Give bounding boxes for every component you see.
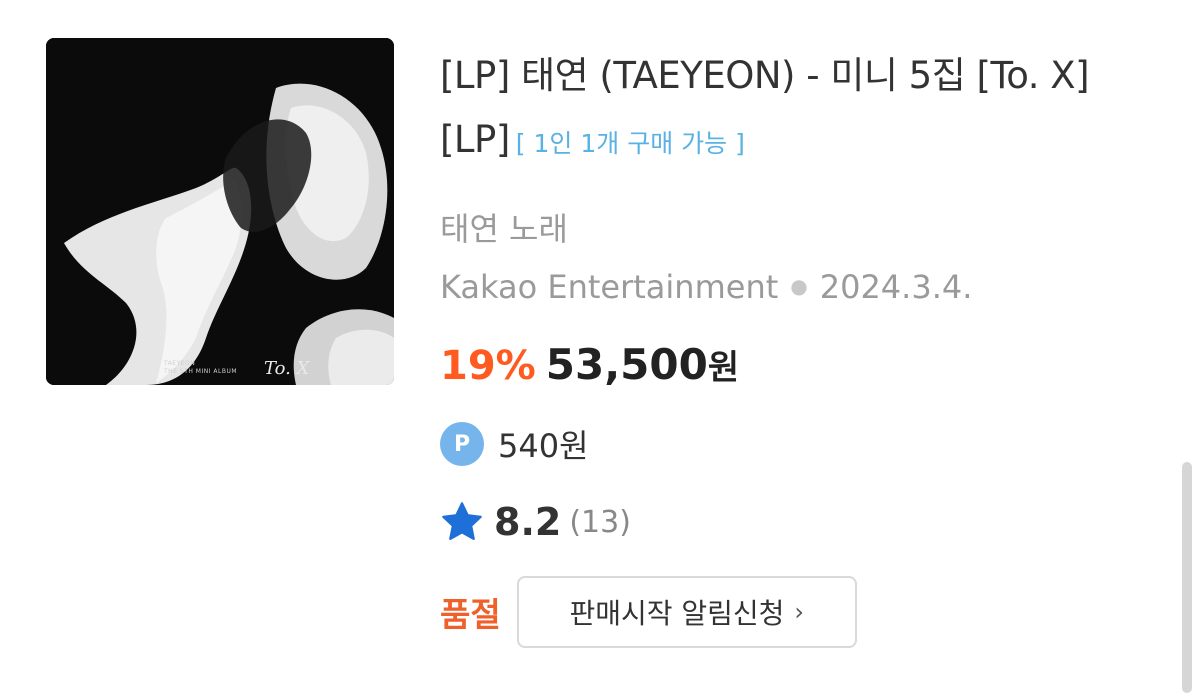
purchase-limit-label: [ 1인 1개 구매 가능 ] bbox=[515, 129, 745, 158]
notify-button-label: 판매시작 알림신청 bbox=[569, 597, 785, 630]
point-row: P 540원 bbox=[440, 422, 589, 466]
soldout-status: 품절 bbox=[440, 595, 501, 634]
cover-caption-line1: TAEYEON bbox=[164, 360, 196, 367]
publisher-name[interactable]: Kakao Entertainment bbox=[440, 268, 778, 306]
album-cover-art bbox=[46, 38, 394, 385]
cover-caption: TAEYEON THE 5TH MINI ALBUM bbox=[164, 360, 237, 376]
chevron-right-icon: › bbox=[794, 598, 805, 626]
product-info: [LP] 태연 (TAEYEON) - 미니 5집 [To. X] [LP][ … bbox=[440, 44, 1160, 648]
artist-link[interactable]: 태연 노래 bbox=[440, 204, 568, 250]
review-count: (13) bbox=[569, 504, 631, 540]
rating-row[interactable]: 8.2 (13) bbox=[440, 498, 631, 546]
discount-rate: 19% bbox=[440, 343, 536, 389]
product-title[interactable]: [LP] 태연 (TAEYEON) - 미니 5집 [To. X] [LP][ … bbox=[440, 44, 1155, 176]
meta-separator: ● bbox=[790, 274, 808, 298]
sale-price: 53,500 bbox=[545, 340, 708, 389]
star-icon bbox=[442, 502, 482, 540]
price-row: 19% 53,500원 bbox=[440, 340, 739, 389]
sale-start-notify-button[interactable]: 판매시작 알림신청 › bbox=[516, 576, 857, 648]
cover-caption-line2: THE 5TH MINI ALBUM bbox=[164, 368, 238, 375]
rating-score: 8.2 bbox=[494, 500, 562, 544]
soldout-row: 품절 판매시작 알림신청 › bbox=[440, 576, 857, 648]
album-cover-image[interactable]: TAEYEON THE 5TH MINI ALBUM To. X bbox=[46, 38, 394, 385]
product-detail: TAEYEON THE 5TH MINI ALBUM To. X [LP] 태연… bbox=[0, 0, 1200, 693]
release-date: 2024.3.4. bbox=[819, 268, 973, 306]
publisher-meta: Kakao Entertainment ● 2024.3.4. bbox=[440, 268, 972, 306]
price-unit: 원 bbox=[707, 348, 740, 388]
point-amount: 540원 bbox=[498, 427, 589, 465]
cover-signature: To. X bbox=[264, 358, 310, 379]
point-badge-icon: P bbox=[440, 422, 484, 466]
vertical-scrollbar[interactable] bbox=[1182, 462, 1192, 693]
